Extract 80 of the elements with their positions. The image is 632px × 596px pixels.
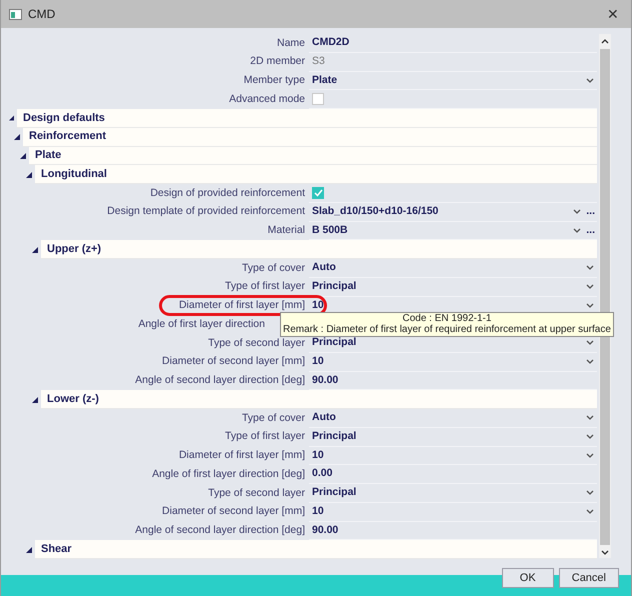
text-field[interactable]: CMD2D — [309, 35, 597, 51]
browse-button[interactable]: ... — [584, 225, 597, 236]
window-title: CMD — [28, 6, 56, 23]
chevron-down-icon[interactable] — [586, 509, 594, 514]
property-label: Material — [268, 223, 305, 238]
dropdown-field[interactable]: Principal — [309, 484, 597, 502]
property-label: Diameter of first layer [mm] — [178, 448, 305, 463]
dropdown-field[interactable]: Auto — [309, 259, 597, 277]
scroll-up-icon[interactable] — [601, 38, 609, 46]
dropdown-field[interactable]: B 500B — [309, 222, 584, 240]
chevron-down-icon[interactable] — [586, 452, 594, 458]
property-label: Angle of second layer direction [deg] — [135, 523, 305, 538]
property-label: Name — [276, 36, 305, 50]
chevron-down-icon[interactable] — [586, 415, 594, 420]
property-label: Type of second layer — [208, 336, 305, 350]
expanded-arrow-icon[interactable] — [14, 134, 20, 140]
dropdown-field[interactable]: 10 — [309, 352, 597, 370]
property-label: Design of provided reinforcement — [150, 186, 305, 200]
dropdown-field[interactable]: Principal — [309, 278, 597, 296]
chevron-down-icon[interactable] — [586, 284, 594, 290]
dialog-button[interactable]: Cancel — [558, 568, 619, 588]
group-header[interactable]: Reinforcement — [23, 128, 597, 146]
property-label: Diameter of first layer [mm] — [178, 298, 305, 313]
property-label: Type of first layer — [225, 429, 305, 444]
expanded-arrow-icon[interactable] — [9, 115, 14, 122]
group-header[interactable]: Lower (z-) — [41, 390, 597, 409]
property-label: Diameter of second layer [mm] — [162, 354, 305, 370]
chevron-down-icon[interactable] — [573, 228, 582, 233]
dropdown-field[interactable]: 10 — [309, 502, 597, 520]
property-label: Member type — [244, 73, 305, 88]
chevron-down-icon[interactable] — [586, 340, 594, 346]
property-label: Type of cover — [242, 260, 305, 276]
property-label: Design template of provided reinforcement — [107, 204, 305, 220]
dialog-button[interactable]: OK — [502, 568, 554, 588]
tooltip-code: Code : EN 1992-1-1 — [401, 312, 492, 324]
property-label: Advanced mode — [229, 92, 305, 107]
dropdown-field[interactable]: Slab_d10/150+d10-16/150 — [309, 202, 584, 220]
property-label: Type of first layer — [225, 279, 305, 294]
property-label: Diameter of second layer [mm] — [162, 504, 305, 520]
group-header[interactable]: Longitudinal — [35, 165, 597, 184]
dropdown-field[interactable]: Auto — [309, 409, 597, 427]
tooltip-remark: Remark : Diameter of first layer of required reinforcement at upper surface — [283, 324, 611, 336]
expanded-arrow-icon[interactable] — [32, 396, 38, 403]
readonly-field: S3 — [309, 54, 597, 70]
dropdown-field[interactable]: Principal — [309, 428, 597, 446]
chevron-down-icon[interactable] — [586, 490, 594, 496]
text-field[interactable]: 90.00 — [309, 522, 597, 538]
chevron-down-icon[interactable] — [586, 434, 594, 440]
group-header[interactable]: Plate — [29, 146, 597, 166]
text-field[interactable]: 90.00 — [309, 372, 597, 388]
chevron-down-icon[interactable] — [586, 78, 594, 83]
text-field[interactable]: 0.00 — [309, 466, 597, 482]
checkbox[interactable] — [312, 93, 324, 106]
property-label: Angle of second layer direction [deg] — [135, 373, 305, 388]
browse-button[interactable]: ... — [584, 206, 597, 217]
property-label: 2D member — [250, 54, 305, 70]
dropdown-field[interactable]: 10 — [309, 296, 597, 314]
close-button[interactable]: ✕ — [603, 4, 623, 24]
dropdown-field[interactable]: Principal — [309, 334, 597, 352]
chevron-down-icon[interactable] — [586, 302, 594, 308]
check-icon — [314, 188, 322, 197]
checkbox[interactable] — [312, 186, 324, 199]
group-header[interactable]: Upper (z+) — [41, 240, 597, 259]
dropdown-field[interactable]: Plate — [309, 72, 597, 90]
property-label: Type of cover — [242, 410, 305, 426]
property-label: Angle of first layer direction [deg] — [152, 466, 305, 482]
expanded-arrow-icon[interactable] — [20, 152, 26, 159]
app-icon — [9, 8, 22, 20]
property-label: Angle of first layer direction — [138, 316, 265, 332]
dropdown-field[interactable]: 10 — [309, 446, 597, 464]
property-label: Type of second layer — [208, 486, 305, 500]
group-header[interactable]: Design defaults — [17, 109, 597, 128]
expanded-arrow-icon[interactable] — [26, 172, 32, 178]
group-header[interactable]: Shear — [35, 540, 597, 559]
expanded-arrow-icon[interactable] — [26, 546, 32, 553]
expanded-arrow-icon[interactable] — [32, 246, 38, 253]
scroll-down-icon[interactable] — [601, 548, 609, 556]
chevron-down-icon[interactable] — [586, 359, 594, 364]
chevron-down-icon[interactable] — [573, 209, 582, 214]
chevron-down-icon[interactable] — [586, 265, 594, 270]
